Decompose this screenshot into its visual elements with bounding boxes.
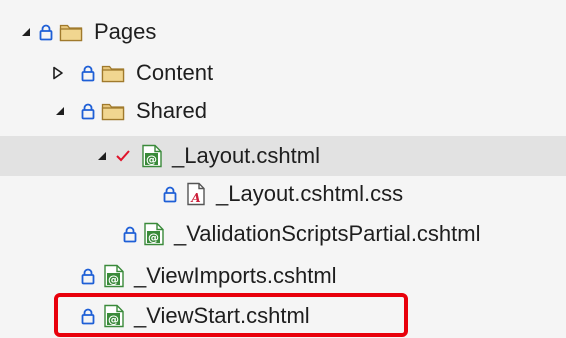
tree-node-label: Shared <box>136 98 207 123</box>
tree-node-layout-css[interactable]: A _Layout.cshtml.css <box>0 176 566 212</box>
tree-node-layout-cshtml[interactable]: @ _Layout.cshtml <box>0 136 566 176</box>
razor-file-icon: @ <box>140 136 164 176</box>
tree-node-validation-scripts-partial[interactable]: @ _ValidationScriptsPartial.cshtml <box>0 216 566 252</box>
svg-text:@: @ <box>108 313 119 326</box>
tree-node-label: _Layout.cshtml.css <box>216 181 404 206</box>
lock-icon <box>80 93 96 129</box>
svg-text:@: @ <box>146 153 157 166</box>
tree-node-label: _ViewStart.cshtml <box>134 303 310 328</box>
tree-node-label: _ViewImports.cshtml <box>134 263 337 288</box>
lock-icon <box>162 176 178 212</box>
razor-file-icon: @ <box>142 216 166 252</box>
razor-file-icon: @ <box>102 298 126 334</box>
lock-icon <box>80 298 96 334</box>
tree-node-view-start[interactable]: @ _ViewStart.cshtml <box>0 298 566 334</box>
checkmark-icon <box>114 136 132 176</box>
lock-icon <box>38 14 54 50</box>
tree-node-label: Pages <box>94 19 157 44</box>
collapse-arrow-icon[interactable] <box>50 55 66 91</box>
tree-node-shared[interactable]: Shared <box>0 93 566 129</box>
tree-node-label: _Layout.cshtml <box>172 143 320 168</box>
tree-node-pages[interactable]: Pages <box>0 14 566 50</box>
svg-text:A: A <box>190 191 200 205</box>
folder-icon <box>100 55 126 91</box>
folder-icon <box>58 14 84 50</box>
lock-icon <box>80 55 96 91</box>
razor-file-icon: @ <box>102 258 126 294</box>
css-file-icon: A <box>184 176 208 212</box>
expand-arrow-icon[interactable] <box>94 136 110 176</box>
lock-icon <box>122 216 138 252</box>
tree-node-label: Content <box>136 60 214 85</box>
expand-arrow-icon[interactable] <box>52 93 68 129</box>
expand-arrow-icon[interactable] <box>18 14 34 50</box>
folder-icon <box>100 93 126 129</box>
solution-explorer-tree: Pages Content Shared @ _Layout.cshtml A … <box>0 0 566 338</box>
tree-node-view-imports[interactable]: @ _ViewImports.cshtml <box>0 258 566 294</box>
svg-text:@: @ <box>108 273 119 286</box>
lock-icon <box>80 258 96 294</box>
svg-text:@: @ <box>148 231 159 244</box>
tree-node-label: _ValidationScriptsPartial.cshtml <box>174 221 481 246</box>
tree-node-content[interactable]: Content <box>0 55 566 91</box>
